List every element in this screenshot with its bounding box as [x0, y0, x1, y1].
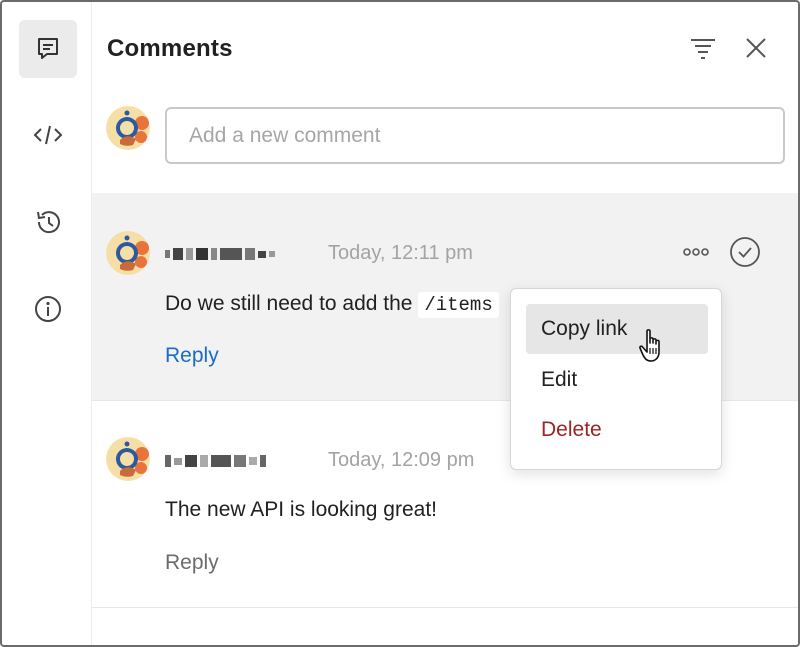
- reply-link[interactable]: Reply: [165, 551, 219, 575]
- comments-tab-button[interactable]: [19, 20, 77, 78]
- code-tab-button[interactable]: [19, 106, 77, 164]
- check-circle-icon: [730, 237, 760, 267]
- close-button[interactable]: [740, 32, 772, 64]
- info-tab-button[interactable]: [19, 280, 77, 338]
- info-icon: [35, 296, 61, 322]
- inline-code: /items: [418, 292, 499, 318]
- more-options-button[interactable]: [680, 236, 712, 268]
- comments-panel: Comments Add a new comment Today, 12:11 …: [0, 0, 800, 647]
- comment-author-redacted: [165, 453, 266, 469]
- comment-timestamp: Today, 12:09 pm: [328, 449, 475, 471]
- menu-item-copy-link[interactable]: Copy link: [526, 304, 708, 354]
- more-icon: [683, 248, 709, 256]
- comment-author-redacted: [165, 246, 275, 262]
- avatar: [106, 106, 150, 150]
- history-tab-button[interactable]: [19, 193, 77, 251]
- close-icon: [746, 38, 766, 58]
- code-icon: [33, 125, 63, 145]
- comment-text: The new API is looking great!: [165, 498, 437, 521]
- side-rail: [2, 2, 92, 645]
- history-icon: [37, 211, 60, 234]
- resolve-button[interactable]: [729, 236, 761, 268]
- new-comment-input[interactable]: [165, 107, 785, 164]
- comment-timestamp: Today, 12:11 pm: [328, 242, 473, 264]
- menu-item-edit[interactable]: Edit: [526, 355, 708, 405]
- page-title: Comments: [107, 35, 233, 62]
- hand-cursor-icon: [639, 329, 660, 362]
- avatar: [106, 231, 150, 275]
- comment-options-menu: Copy link Edit Delete: [510, 288, 722, 470]
- menu-item-delete[interactable]: Delete: [526, 405, 708, 455]
- reply-link[interactable]: Reply: [165, 344, 219, 368]
- comment-icon: [38, 38, 58, 59]
- filter-button[interactable]: [687, 32, 719, 64]
- avatar: [106, 437, 150, 481]
- comment-text: Do we still need to add the /items: [165, 292, 499, 318]
- filter-icon: [691, 39, 715, 59]
